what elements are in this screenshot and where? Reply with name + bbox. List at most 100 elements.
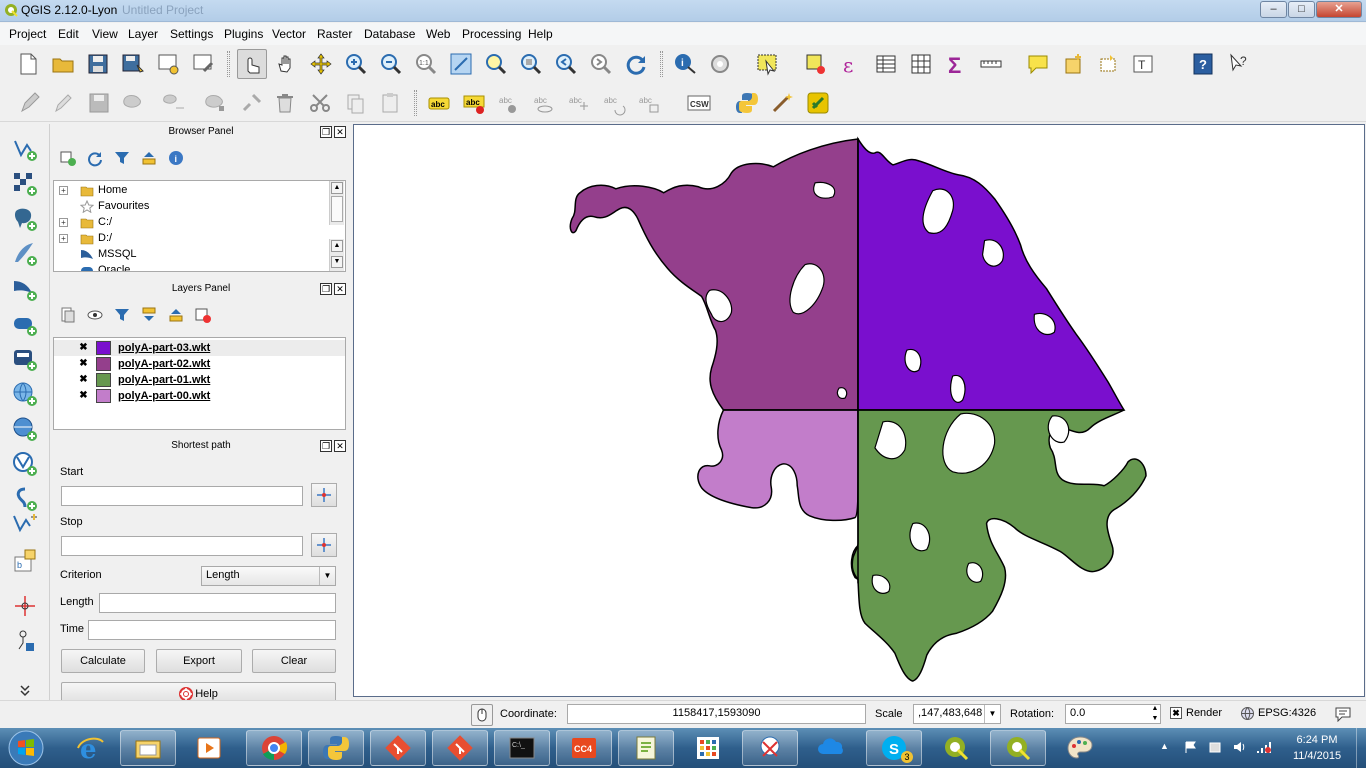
crs-globe-icon[interactable]	[1240, 706, 1255, 721]
zoom-next-icon[interactable]	[586, 49, 616, 79]
tree-item-c-drive[interactable]: + C:/	[54, 215, 330, 231]
map-canvas[interactable]	[353, 124, 1365, 697]
taskbar-ie[interactable]: e	[62, 730, 118, 766]
whats-this-icon[interactable]: ?	[1224, 49, 1254, 79]
run-feature-action-icon[interactable]	[705, 49, 735, 79]
length-field[interactable]	[99, 593, 336, 613]
taskbar-explorer[interactable]	[120, 730, 176, 766]
zoom-full-icon[interactable]	[446, 49, 476, 79]
open-project-icon[interactable]	[48, 49, 78, 79]
tree-item-mssql[interactable]: MSSQL	[54, 247, 330, 263]
filter-browser-icon[interactable]	[112, 148, 132, 168]
zoom-last-icon[interactable]	[551, 49, 581, 79]
tree-item-home[interactable]: + Home	[54, 183, 330, 199]
show-bookmarks-icon[interactable]	[1093, 49, 1123, 79]
python-console-icon[interactable]	[732, 88, 762, 118]
layer-row-part-02[interactable]: ✖ polyA-part-02.wkt	[54, 356, 345, 372]
maximize-button[interactable]: □	[1288, 1, 1315, 18]
layer-row-part-03[interactable]: ✖ polyA-part-03.wkt	[54, 340, 345, 356]
field-calculator-icon[interactable]	[906, 49, 936, 79]
toggle-extents-button[interactable]	[471, 704, 493, 726]
add-wfs-layer-icon[interactable]	[10, 449, 40, 479]
attribute-table-icon[interactable]	[871, 49, 901, 79]
map-svg[interactable]	[354, 125, 1364, 696]
menu-web[interactable]: Web	[426, 27, 450, 41]
add-postgis-layer-icon[interactable]	[10, 204, 40, 234]
current-edits-icon[interactable]	[15, 88, 45, 118]
statistical-summary-icon[interactable]: Σ	[941, 49, 971, 79]
taskbar-cmd[interactable]: C:\_	[494, 730, 550, 766]
scroll-up-icon[interactable]: ▲	[331, 240, 343, 252]
taskbar-paint[interactable]	[1052, 730, 1108, 766]
text-annotation-icon[interactable]: T	[1128, 49, 1158, 79]
stop-field[interactable]	[61, 536, 303, 556]
show-hide-labels-icon[interactable]: abc	[529, 88, 559, 118]
taskbar-cc4[interactable]: CC4	[556, 730, 612, 766]
add-group-icon[interactable]	[58, 305, 78, 325]
help-contents-icon[interactable]: ?	[1188, 49, 1218, 79]
toolbar-grip[interactable]	[414, 90, 417, 116]
criterion-select[interactable]: Length ▼	[201, 566, 336, 586]
new-spatialite-layer-icon[interactable]: b	[10, 546, 40, 576]
taskbar-skype[interactable]: S3	[866, 730, 922, 766]
action-center-flag-icon[interactable]	[1184, 740, 1198, 754]
browser-tree[interactable]: + Home Favourites + C:/ + D:/ MSSQL Oracle …	[53, 180, 346, 272]
polygon-part-00[interactable]	[697, 409, 859, 581]
show-desktop-button[interactable]	[1356, 728, 1366, 768]
edit-attributes-icon[interactable]	[237, 88, 267, 118]
add-feature-icon[interactable]	[118, 88, 148, 118]
menu-processing[interactable]: Processing	[462, 27, 521, 41]
metasearch-icon[interactable]: CSW	[684, 88, 714, 118]
taskbar-python[interactable]	[308, 730, 364, 766]
layer-visibility-checkbox[interactable]: ✖	[78, 375, 89, 386]
start-pick-point-button[interactable]	[311, 483, 337, 507]
new-bookmark-icon[interactable]	[1058, 49, 1088, 79]
layer-row-part-00[interactable]: ✖ polyA-part-00.wkt	[54, 388, 345, 404]
show-hidden-icons[interactable]: ▲	[1160, 741, 1169, 751]
add-coordinate-icon[interactable]	[10, 591, 40, 621]
tree-item-favourites[interactable]: Favourites	[54, 199, 330, 215]
tree-item-d-drive[interactable]: + D:/	[54, 231, 330, 247]
zoom-to-layer-icon[interactable]	[516, 49, 546, 79]
taskbar-notepadpp[interactable]	[618, 730, 674, 766]
export-button[interactable]: Export	[156, 649, 242, 673]
taskbar-apps[interactable]	[680, 730, 736, 766]
toggle-editing-icon[interactable]	[48, 88, 78, 118]
add-vector-layer-icon[interactable]	[10, 134, 40, 164]
menu-help[interactable]: Help	[528, 27, 553, 41]
render-checkbox[interactable]: ✖	[1170, 707, 1182, 719]
rotation-field[interactable]: 0.0	[1065, 704, 1161, 724]
refresh-icon[interactable]	[621, 49, 651, 79]
float-panel-icon[interactable]: ❐	[320, 126, 332, 138]
properties-icon[interactable]: i	[166, 148, 186, 168]
layer-visibility-checkbox[interactable]: ✖	[78, 359, 89, 370]
change-label-icon[interactable]: abc	[634, 88, 664, 118]
taskbar-onedrive[interactable]	[804, 730, 860, 766]
save-as-icon[interactable]	[118, 49, 148, 79]
calculate-button[interactable]: Calculate	[61, 649, 145, 673]
expand-icon[interactable]: +	[59, 186, 68, 195]
toolbar-grip[interactable]	[227, 51, 230, 77]
add-selected-layers-icon[interactable]	[58, 148, 78, 168]
close-panel-icon[interactable]: ✕	[334, 440, 346, 452]
stop-pick-point-button[interactable]	[311, 533, 337, 557]
pin-labels-icon[interactable]: abc	[494, 88, 524, 118]
new-print-composer-icon[interactable]	[153, 49, 183, 79]
move-feature-icon[interactable]	[158, 88, 188, 118]
clear-button[interactable]: Clear	[252, 649, 336, 673]
tree-item-oracle[interactable]: Oracle	[54, 263, 330, 271]
plugin-icon[interactable]	[803, 88, 833, 118]
start-field[interactable]	[61, 486, 303, 506]
pan-map-icon[interactable]	[272, 49, 302, 79]
save-project-icon[interactable]	[83, 49, 113, 79]
touch-zoom-pan-icon[interactable]	[237, 49, 267, 79]
add-raster-layer-icon[interactable]	[10, 169, 40, 199]
taskbar-git[interactable]	[370, 730, 426, 766]
scale-select[interactable]: ,147,483,648 ▼	[913, 704, 1001, 724]
menu-layer[interactable]: Layer	[128, 27, 158, 41]
paste-features-icon[interactable]	[375, 88, 405, 118]
toolbar-grip[interactable]	[660, 51, 663, 77]
scroll-thumb[interactable]	[331, 196, 343, 222]
refresh-browser-icon[interactable]	[85, 148, 105, 168]
menu-vector[interactable]: Vector	[272, 27, 306, 41]
